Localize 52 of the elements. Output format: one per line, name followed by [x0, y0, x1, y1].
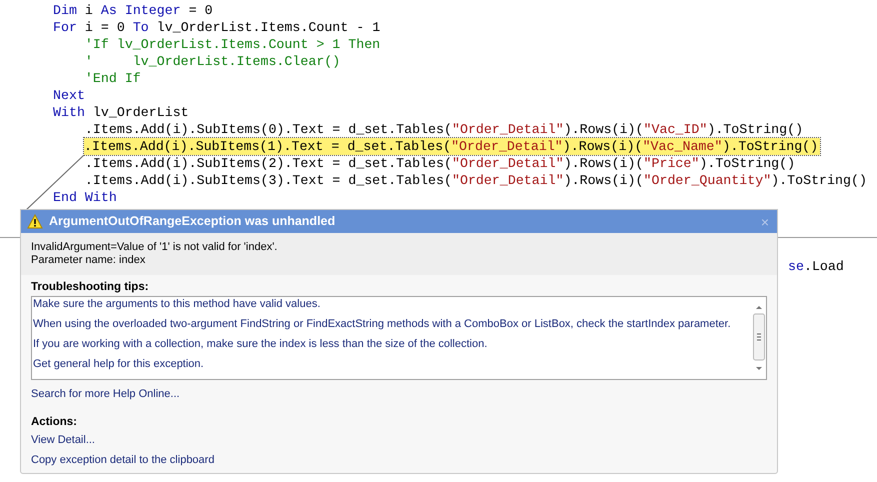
code-token: "Order_Detail" — [451, 139, 563, 154]
code-token: i = 0 — [84, 19, 126, 36]
tip-link[interactable]: Make sure the arguments to this method have valid values. — [33, 297, 752, 317]
code-token: With — [53, 104, 85, 121]
code-token: Integer — [124, 2, 181, 19]
code-token: lv_OrderList — [92, 104, 189, 121]
code-token: "Order_Detail" — [452, 172, 564, 189]
code-token: Dim — [53, 2, 77, 19]
action-link[interactable]: Copy exception detail to the clipboard — [31, 452, 214, 472]
code-token: "Price" — [644, 155, 700, 172]
help-link[interactable]: Search for more Help Online... — [31, 386, 180, 402]
code-token: ).Rows(i)( — [564, 172, 644, 189]
action-link[interactable]: View Detail... — [31, 432, 95, 452]
tip-link[interactable]: Get general help for this exception. — [33, 357, 752, 377]
code-token: "Order_Detail" — [452, 155, 564, 172]
code-token: End With — [53, 189, 117, 206]
code-token: ).Rows(i)( — [562, 139, 643, 154]
code-token: ).ToString() — [722, 139, 818, 154]
code-token: i — [84, 2, 94, 19]
code-token: se — [788, 258, 804, 276]
warning-icon — [27, 214, 43, 229]
code-token: ).Rows(i)( — [564, 121, 644, 138]
dialog-title: ArgumentOutOfRangeException was unhandled — [49, 213, 336, 230]
code-token: ).ToString() — [771, 172, 867, 189]
error-message: InvalidArgument=Value of '1' is not valid for 'index'. — [31, 241, 278, 254]
section-heading: Troubleshooting tips: — [31, 280, 150, 295]
code-token: .Items.Add(i).SubItems(3).Text = d_set.Tables( — [84, 172, 452, 189]
code-token: .Items.Add(i).SubItems(0).Text = d_set.Tables( — [84, 121, 452, 138]
code-token: "Vac_Name" — [642, 139, 722, 154]
code-token: = 0 — [188, 2, 213, 19]
code-token: 'End If — [84, 70, 141, 87]
code-token: .Items.Add(i).SubItems(1).Text = d_set.Tables( — [84, 139, 452, 154]
code-token: "Order_Detail" — [452, 121, 564, 138]
code-token: lv_OrderList.Items.Count - 1 — [156, 19, 380, 36]
code-token: ).Rows(i)( — [564, 155, 644, 172]
code-token: .Items.Add(i).SubItems(2).Text = d_set.Tables( — [84, 155, 452, 172]
code-token: To — [132, 19, 149, 36]
section-heading: Actions: — [31, 415, 78, 430]
code-token: "Order_Quantity" — [644, 172, 772, 189]
error-message: Parameter name: index — [31, 254, 146, 267]
code-token: "Vac_ID" — [644, 121, 708, 138]
tip-link[interactable]: When using the overloaded two-argument FindString or FindExactString methods with a ComboBox or ListBox, check the startIndex parameter. — [33, 317, 752, 337]
tip-link[interactable]: If you are working with a collection, make sure the index is less than the size of the collection. — [33, 337, 752, 357]
code-token: ).ToString() — [707, 121, 804, 138]
code-token: ' lv_OrderList.Items.Clear() — [84, 53, 340, 70]
code-token: ).ToString() — [699, 155, 796, 172]
leader-line — [24, 155, 85, 212]
code-token: Next — [53, 87, 85, 104]
code-token: 'If lv_OrderList.Items.Count > 1 Then — [84, 36, 380, 53]
code-token: .Load — [804, 258, 844, 276]
code-token: For — [53, 19, 77, 36]
code-token: As — [100, 2, 117, 19]
